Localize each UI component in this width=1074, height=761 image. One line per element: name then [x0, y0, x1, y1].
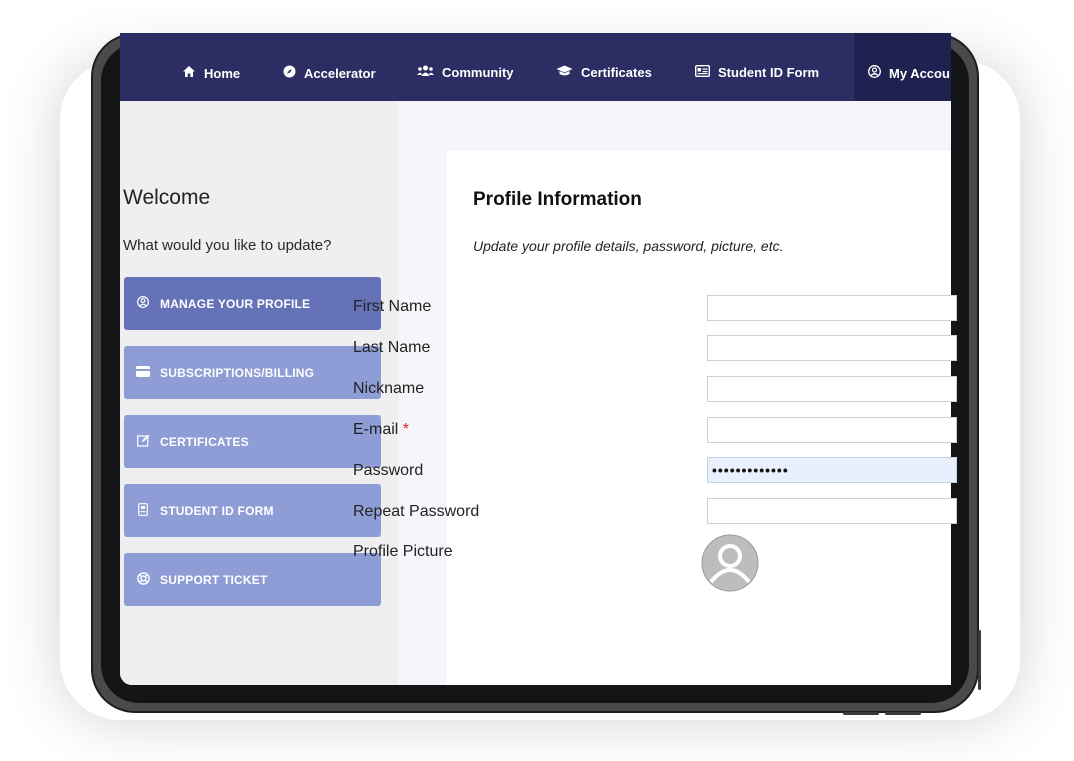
nav-label: Community: [442, 65, 514, 80]
profile-subtitle: Update your profile details, password, p…: [473, 238, 784, 254]
id-badge-icon: [136, 502, 150, 519]
top-navbar: Home Accelerator Community Certificates …: [120, 33, 951, 101]
id-card-icon: [694, 64, 711, 80]
life-ring-icon: [136, 571, 150, 588]
student-id-form-button[interactable]: STUDENT ID FORM: [124, 484, 381, 537]
nav-item-certificates[interactable]: Certificates: [556, 65, 652, 80]
nav-label: Certificates: [581, 65, 652, 80]
nav-label: Accelerator: [304, 65, 376, 81]
avatar[interactable]: [701, 534, 759, 592]
repeat-password-label: Repeat Password: [353, 503, 480, 520]
nav-label: My Accou: [889, 65, 950, 81]
email-field[interactable]: [707, 417, 957, 443]
nav-item-community[interactable]: Community: [417, 65, 514, 80]
home-icon: [182, 65, 196, 81]
profile-picture-label: Profile Picture: [353, 543, 453, 560]
user-circle-icon: [868, 65, 881, 81]
password-input[interactable]: •••••••••••••: [707, 457, 957, 483]
welcome-prompt: What would you like to update?: [123, 237, 332, 254]
credit-card-icon: [136, 365, 150, 380]
edit-icon: [136, 434, 150, 450]
repeat-password-input[interactable]: [707, 498, 957, 524]
nickname-label: Nickname: [353, 380, 425, 397]
required-marker: *: [402, 421, 410, 438]
button-label: SUBSCRIPTIONS/BILLING: [160, 365, 315, 380]
manage-profile-button[interactable]: MANAGE YOUR PROFILE: [124, 277, 381, 330]
nav-item-student-id-form[interactable]: Student ID Form: [694, 64, 820, 80]
button-label: MANAGE YOUR PROFILE: [160, 296, 311, 311]
side-button: [978, 630, 981, 690]
button-label: STUDENT ID FORM: [160, 503, 274, 518]
password-label: Password: [353, 462, 424, 479]
user-circle-icon: [136, 296, 150, 311]
button-label: SUPPORT TICKET: [160, 572, 268, 587]
nav-label: Home: [204, 65, 241, 81]
certificates-button[interactable]: CERTIFICATES: [124, 415, 381, 468]
compass-icon: [283, 65, 296, 81]
button-label: CERTIFICATES: [160, 434, 249, 449]
volume-button: [885, 712, 921, 715]
email-label-text: E-mail: [353, 421, 399, 438]
nav-item-home[interactable]: Home: [182, 65, 240, 81]
subscriptions-billing-button[interactable]: SUBSCRIPTIONS/BILLING: [124, 346, 381, 399]
nav-item-my-account[interactable]: My Accou: [868, 65, 950, 81]
nickname-input[interactable]: [707, 376, 957, 402]
profile-title: Profile Information: [473, 189, 642, 210]
nav-item-accelerator[interactable]: Accelerator: [283, 65, 376, 81]
support-ticket-button[interactable]: SUPPORT TICKET: [124, 553, 381, 606]
first-name-label: First Name: [353, 298, 432, 315]
email-label: E-mail *: [353, 421, 409, 439]
last-name-input[interactable]: [707, 335, 957, 361]
graduation-cap-icon: [556, 65, 573, 80]
last-name-label: Last Name: [353, 339, 431, 356]
users-icon: [417, 65, 434, 80]
nav-label: Student ID Form: [718, 65, 820, 80]
first-name-input[interactable]: [707, 295, 957, 321]
volume-button: [843, 712, 879, 715]
welcome-heading: Welcome: [123, 186, 211, 209]
